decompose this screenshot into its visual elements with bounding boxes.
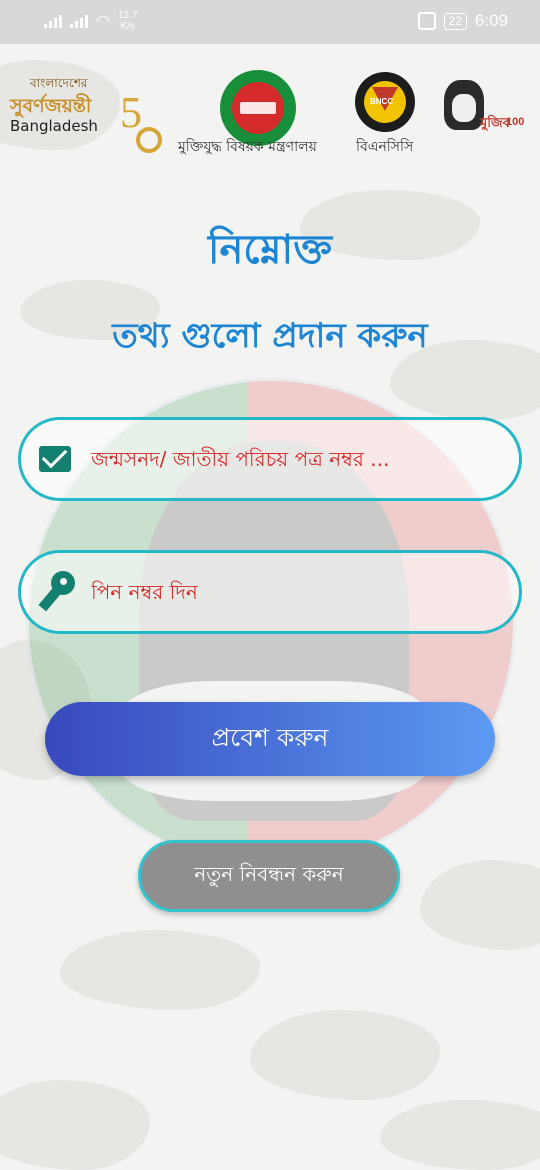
wifi-icon: ◠ bbox=[96, 13, 110, 30]
vibrate-icon bbox=[417, 12, 436, 30]
golden-jubilee-logo: বাংলাদেশের সুবর্ণজয়ন্তী Bangladesh 5 bbox=[8, 75, 163, 155]
golden-jubilee-zero-emblem bbox=[136, 127, 162, 153]
network-speed-value: 12.7 bbox=[117, 10, 138, 21]
clock: 6:09 bbox=[474, 11, 508, 30]
golden-jubilee-line3: Bangladesh bbox=[10, 117, 98, 135]
id-number-input[interactable] bbox=[91, 438, 491, 480]
key-icon bbox=[38, 571, 79, 612]
bncc-badge-text: BNCC bbox=[370, 97, 394, 106]
mail-icon bbox=[39, 446, 71, 472]
signal-icon bbox=[44, 14, 62, 28]
logo-row: বাংলাদেশের সুবর্ণজয়ন্তী Bangladesh 5 মু… bbox=[0, 60, 540, 170]
mujib-portrait bbox=[444, 80, 484, 130]
bncc-logo: BNCC bbox=[355, 72, 415, 132]
register-button[interactable]: নতুন নিবন্ধন করুন bbox=[138, 840, 400, 912]
login-button[interactable]: প্রবেশ করুন bbox=[45, 702, 495, 776]
heading-line-1: নিম্নোক্ত bbox=[208, 226, 332, 273]
signal-icon-2 bbox=[70, 14, 88, 28]
network-speed: 12.7 K/s bbox=[118, 10, 137, 32]
status-bar: ◠ 12.7 K/s 22 6:09 bbox=[0, 0, 540, 44]
pin-input[interactable] bbox=[91, 571, 491, 613]
battery-icon: 22 bbox=[443, 12, 467, 30]
bncc-caption: বিএনসিসি bbox=[356, 139, 414, 155]
id-number-field[interactable] bbox=[18, 417, 522, 501]
mujib-number: 100 bbox=[506, 116, 525, 128]
heading-line-2: তথ্য গুলো প্রদান করুন bbox=[112, 316, 428, 356]
network-speed-unit: K/s bbox=[120, 21, 135, 32]
pin-field[interactable] bbox=[18, 550, 522, 634]
mujib-100-logo: মুজিব 100 bbox=[440, 80, 530, 142]
ministry-caption: মুক্তিযুদ্ধ বিষয়ক মন্ত্রণালয় bbox=[178, 139, 317, 155]
